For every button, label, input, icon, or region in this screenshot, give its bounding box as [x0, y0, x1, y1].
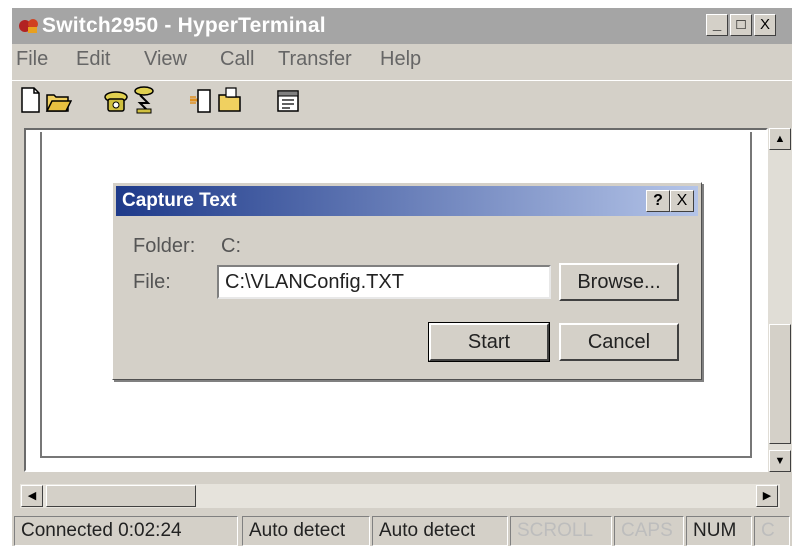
- close-icon: X: [759, 16, 770, 33]
- dialog-close-button[interactable]: X: [670, 190, 694, 212]
- status-connected: Connected 0:02:24: [14, 516, 238, 546]
- scroll-left-button[interactable]: ◀: [21, 485, 43, 507]
- receive-icon[interactable]: [216, 85, 244, 115]
- scroll-right-button[interactable]: ▶: [756, 485, 778, 507]
- dialog-help-button[interactable]: ?: [646, 190, 670, 212]
- horizontal-scroll-thumb[interactable]: [46, 485, 196, 507]
- status-capture: C: [754, 516, 790, 546]
- menu-call[interactable]: Call: [220, 48, 254, 71]
- scroll-down-button[interactable]: ▼: [769, 450, 791, 472]
- help-icon: ?: [653, 192, 663, 209]
- status-detect-2: Auto detect: [372, 516, 508, 546]
- minimize-button[interactable]: _: [706, 14, 728, 36]
- browse-button[interactable]: Browse...: [559, 263, 679, 301]
- start-button[interactable]: Start: [428, 322, 550, 362]
- status-caps: CAPS: [614, 516, 684, 546]
- hyperterminal-app-icon: [19, 19, 38, 33]
- horizontal-scrollbar[interactable]: ◀ ▶: [20, 484, 780, 508]
- folder-label: Folder:: [133, 235, 196, 257]
- scroll-up-button[interactable]: ▲: [769, 128, 791, 150]
- minimize-icon: _: [712, 16, 722, 33]
- file-label: File:: [133, 271, 171, 293]
- arrow-up-icon: ▲: [774, 133, 786, 145]
- maximize-button[interactable]: □: [730, 14, 752, 36]
- arrow-right-icon: ▶: [762, 490, 772, 502]
- cancel-button[interactable]: Cancel: [559, 323, 679, 361]
- toolbar: [12, 80, 792, 125]
- properties-icon[interactable]: [274, 85, 302, 115]
- close-button[interactable]: X: [754, 14, 776, 36]
- status-bar: Connected 0:02:24 Auto detect Auto detec…: [12, 512, 792, 546]
- capture-text-dialog: Capture Text ? X Folder: C: File: C:\VLA…: [112, 182, 702, 380]
- folder-value: C:: [221, 235, 241, 257]
- status-num: NUM: [686, 516, 752, 546]
- disconnect-icon[interactable]: [130, 85, 158, 115]
- maximize-icon: □: [736, 16, 746, 33]
- arrow-down-icon: ▼: [774, 455, 786, 467]
- arrow-left-icon: ◀: [27, 490, 37, 502]
- dialog-title-bar[interactable]: Capture Text ? X: [116, 186, 698, 216]
- new-connection-icon[interactable]: [16, 85, 44, 115]
- vertical-scrollbar[interactable]: ▲ ▼: [768, 128, 792, 472]
- menu-transfer[interactable]: Transfer: [278, 48, 352, 71]
- open-icon[interactable]: [44, 85, 72, 115]
- title-bar[interactable]: Switch2950 - HyperTerminal _ □ X: [12, 8, 792, 44]
- window-title: Switch2950 - HyperTerminal: [42, 14, 326, 37]
- menu-file[interactable]: File: [16, 48, 48, 71]
- call-icon[interactable]: [102, 85, 130, 115]
- dialog-title: Capture Text: [122, 190, 237, 211]
- menu-help[interactable]: Help: [380, 48, 421, 71]
- status-scroll: SCROLL: [510, 516, 612, 546]
- menu-view[interactable]: View: [144, 48, 187, 71]
- send-icon[interactable]: [188, 85, 216, 115]
- close-icon: X: [676, 192, 688, 209]
- file-path-field[interactable]: C:\VLANConfig.TXT: [217, 265, 551, 299]
- menu-bar: File Edit View Call Transfer Help: [12, 44, 792, 78]
- menu-edit[interactable]: Edit: [76, 48, 110, 71]
- vertical-scroll-thumb[interactable]: [769, 324, 791, 444]
- status-detect-1: Auto detect: [242, 516, 370, 546]
